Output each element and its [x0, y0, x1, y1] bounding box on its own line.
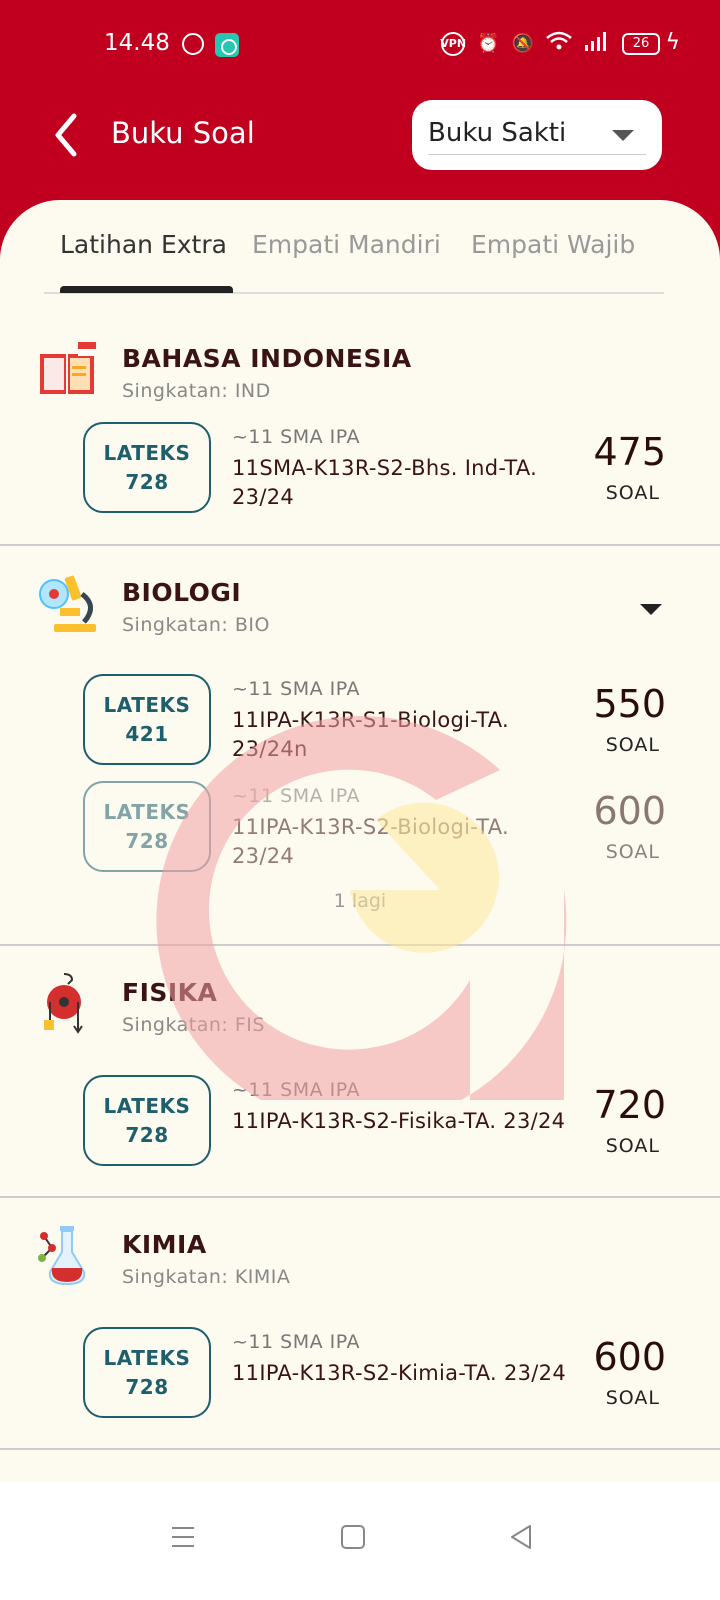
chevron-left-icon: [55, 113, 77, 157]
status-time: 14.48: [104, 30, 170, 56]
class-level: ~11 SMA IPA: [232, 678, 360, 700]
question-count: 720: [593, 1083, 666, 1127]
subject-fisika: FISIKA Singkatan: FIS LATEKS 728 ~11 SMA…: [0, 946, 720, 1198]
selector-underline: [428, 154, 646, 155]
badge-number: 728: [125, 1375, 169, 1399]
badge-label: LATEKS: [103, 1346, 191, 1370]
lateks-badge: LATEKS 728: [83, 1327, 211, 1418]
microscope-icon: [39, 575, 96, 632]
badge-number: 421: [125, 722, 169, 746]
whatsapp-icon: [182, 33, 204, 55]
tab-active-indicator: [60, 286, 233, 293]
question-unit: SOAL: [605, 734, 660, 756]
tab-latihan-extra[interactable]: Latihan Extra: [60, 230, 227, 259]
wifi-icon: [546, 31, 572, 56]
content-sheet: Latihan Extra Empati Mandiri Empati Waji…: [0, 200, 720, 1482]
home-icon[interactable]: [338, 1522, 368, 1552]
flask-icon: [38, 1226, 86, 1286]
subject-biologi: BIOLOGI Singkatan: BIO LATEKS 421 ~11 SM…: [0, 546, 720, 946]
list-item[interactable]: LATEKS 728 ~11 SMA IPA 11SMA-K13R-S2-Bhs…: [0, 422, 720, 517]
question-unit: SOAL: [605, 841, 660, 863]
show-more-link[interactable]: 1 lagi: [0, 890, 720, 912]
subject-name: BIOLOGI: [122, 578, 242, 607]
subject-name: BAHASA INDONESIA: [122, 344, 412, 373]
status-bar: 14.48 VPN ⏰ 🔕 26 ϟ: [0, 0, 720, 90]
charging-icon: ϟ: [665, 30, 680, 55]
subject-abbreviation: Singkatan: KIMIA: [122, 1266, 291, 1288]
page-title: Buku Soal: [111, 116, 255, 150]
tab-bar: Latihan Extra Empati Mandiri Empati Waji…: [44, 200, 664, 294]
badge-number: 728: [125, 829, 169, 853]
badge-label: LATEKS: [103, 693, 191, 717]
vpn-icon: VPN: [440, 31, 466, 56]
signal-icon: [584, 31, 610, 56]
subject-abbreviation: Singkatan: IND: [122, 380, 271, 402]
subject-kimia: KIMIA Singkatan: KIMIA LATEKS 728 ~11 SM…: [0, 1198, 720, 1450]
lateks-badge: LATEKS 728: [83, 422, 211, 513]
book-code: 11SMA-K13R-S2-Bhs. Ind-TA. 23/24: [232, 456, 538, 509]
physics-pulley-icon: [44, 973, 83, 1034]
alarm-icon: ⏰: [477, 33, 500, 54]
question-unit: SOAL: [605, 1387, 660, 1409]
badge-label: LATEKS: [103, 800, 191, 824]
question-count: 600: [593, 1335, 666, 1379]
badge-label: LATEKS: [103, 441, 191, 465]
question-unit: SOAL: [605, 1135, 660, 1157]
book-code: 11IPA-K13R-S2-Kimia-TA. 23/24: [232, 1361, 566, 1385]
list-item[interactable]: LATEKS 728 ~11 SMA IPA 11IPA-K13R-S2-Kim…: [0, 1327, 720, 1422]
tab-empati-mandiri[interactable]: Empati Mandiri: [252, 230, 441, 259]
menu-icon[interactable]: [168, 1522, 198, 1552]
back-button[interactable]: [50, 110, 94, 160]
subject-abbreviation: Singkatan: BIO: [122, 614, 270, 636]
mute-icon: 🔕: [511, 33, 534, 54]
class-level: ~11 SMA IPA: [232, 785, 360, 807]
badge-number: 728: [125, 470, 169, 494]
subject-bahasa-indonesia: BAHASA INDONESIA Singkatan: IND LATEKS 7…: [0, 312, 720, 546]
battery-icon: 26: [622, 32, 660, 55]
book-selector-dropdown[interactable]: Buku Sakti: [412, 100, 662, 170]
book-code: 11IPA-K13R-S2-Biologi-TA. 23/24: [232, 815, 510, 868]
question-unit: SOAL: [605, 482, 660, 504]
book-code: 11IPA-K13R-S1-Biologi-TA. 23/24n: [232, 708, 510, 761]
app-notification-icon: [215, 33, 239, 57]
list-item[interactable]: LATEKS 728 ~11 SMA IPA 11IPA-K13R-S2-Fis…: [0, 1075, 720, 1170]
question-count: 475: [593, 430, 666, 474]
book-code: 11IPA-K13R-S2-Fisika-TA. 23/24: [232, 1109, 566, 1133]
badge-number: 728: [125, 1123, 169, 1147]
list-item[interactable]: LATEKS 728 ~11 SMA IPA 11IPA-K13R-S2-Bio…: [0, 781, 720, 876]
lateks-badge: LATEKS 728: [83, 1075, 211, 1166]
system-navigation-bar: [0, 1482, 720, 1600]
lateks-badge: LATEKS 421: [83, 674, 211, 765]
tab-empati-wajib[interactable]: Empati Wajib: [471, 230, 635, 259]
subject-name: FISIKA: [122, 978, 218, 1007]
class-level: ~11 SMA IPA: [232, 1079, 360, 1101]
badge-label: LATEKS: [103, 1094, 191, 1118]
dropdown-caret-icon: [612, 130, 634, 141]
book-icon: [40, 342, 96, 394]
subject-abbreviation: Singkatan: FIS: [122, 1014, 265, 1036]
back-triangle-icon[interactable]: [506, 1522, 536, 1552]
subject-name: KIMIA: [122, 1230, 207, 1259]
book-selector-value: Buku Sakti: [428, 118, 567, 148]
expand-chevron-icon[interactable]: [640, 604, 662, 615]
lateks-badge: LATEKS 728: [83, 781, 211, 872]
question-count: 600: [593, 789, 666, 833]
question-count: 550: [593, 682, 666, 726]
class-level: ~11 SMA IPA: [232, 1331, 360, 1353]
list-item[interactable]: LATEKS 421 ~11 SMA IPA 11IPA-K13R-S1-Bio…: [0, 674, 720, 769]
class-level: ~11 SMA IPA: [232, 426, 360, 448]
